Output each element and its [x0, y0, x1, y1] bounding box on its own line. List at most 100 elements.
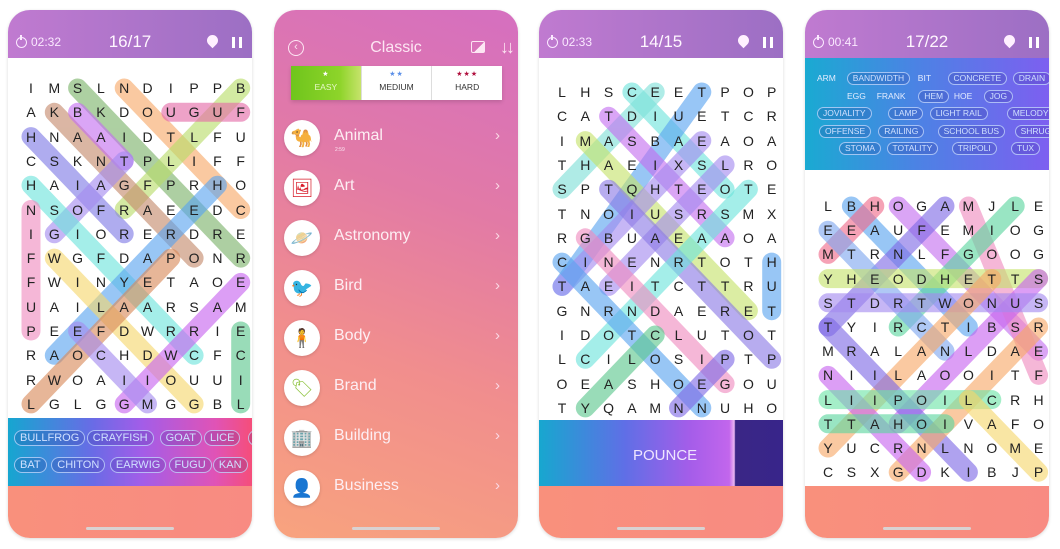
- grid-letter[interactable]: A: [714, 133, 736, 149]
- grid-letter[interactable]: S: [621, 133, 643, 149]
- grid-letter[interactable]: F: [206, 153, 228, 169]
- grid-letter[interactable]: E: [137, 274, 159, 290]
- grid-letter[interactable]: C: [551, 254, 573, 270]
- grid-letter[interactable]: I: [621, 278, 643, 294]
- grid-letter[interactable]: I: [551, 133, 573, 149]
- category-item-bird[interactable]: 🐦 Bird ›: [284, 268, 508, 308]
- grid-letter[interactable]: T: [817, 319, 839, 335]
- grid-letter[interactable]: G: [113, 396, 135, 412]
- grid-letter[interactable]: A: [911, 367, 933, 383]
- grid-letter[interactable]: K: [67, 153, 89, 169]
- grid-letter[interactable]: U: [887, 222, 909, 238]
- grid-letter[interactable]: I: [160, 80, 182, 96]
- grid-letter[interactable]: S: [598, 84, 620, 100]
- letter-grid[interactable]: LHSCEETPOPCATDIUETCRIMASBAEAOATHAEIXSLRO…: [539, 58, 783, 420]
- grid-letter[interactable]: I: [137, 372, 159, 388]
- grid-letter[interactable]: F: [911, 222, 933, 238]
- grid-letter[interactable]: A: [67, 129, 89, 145]
- grid-letter[interactable]: E: [1028, 440, 1049, 456]
- grid-letter[interactable]: A: [574, 108, 596, 124]
- grid-letter[interactable]: B: [67, 104, 89, 120]
- grid-letter[interactable]: L: [1004, 198, 1026, 214]
- grid-letter[interactable]: N: [981, 295, 1003, 311]
- grid-letter[interactable]: F: [1028, 367, 1049, 383]
- difficulty-easy[interactable]: ★ EASY: [291, 66, 362, 100]
- grid-letter[interactable]: S: [183, 299, 205, 315]
- grid-letter[interactable]: E: [737, 303, 759, 319]
- grid-letter[interactable]: N: [206, 250, 228, 266]
- grid-letter[interactable]: U: [206, 104, 228, 120]
- grid-letter[interactable]: A: [864, 343, 886, 359]
- grid-letter[interactable]: I: [934, 392, 956, 408]
- grid-letter[interactable]: R: [183, 323, 205, 339]
- grid-letter[interactable]: R: [668, 254, 690, 270]
- grid-letter[interactable]: U: [230, 129, 252, 145]
- grid-letter[interactable]: F: [230, 104, 252, 120]
- grid-letter[interactable]: W: [43, 274, 65, 290]
- grid-letter[interactable]: G: [887, 464, 909, 480]
- grid-letter[interactable]: T: [714, 278, 736, 294]
- grid-letter[interactable]: L: [817, 198, 839, 214]
- grid-letter[interactable]: M: [817, 246, 839, 262]
- grid-letter[interactable]: R: [887, 319, 909, 335]
- grid-letter[interactable]: D: [621, 108, 643, 124]
- grid-letter[interactable]: R: [598, 303, 620, 319]
- grid-letter[interactable]: H: [761, 254, 783, 270]
- grid-letter[interactable]: H: [20, 177, 42, 193]
- grid-letter[interactable]: A: [691, 230, 713, 246]
- grid-letter[interactable]: M: [817, 343, 839, 359]
- grid-letter[interactable]: N: [911, 440, 933, 456]
- grid-letter[interactable]: E: [230, 226, 252, 242]
- grid-letter[interactable]: I: [644, 108, 666, 124]
- grid-letter[interactable]: R: [230, 250, 252, 266]
- grid-letter[interactable]: D: [137, 347, 159, 363]
- grid-letter[interactable]: S: [668, 351, 690, 367]
- grid-letter[interactable]: M: [644, 400, 666, 416]
- grid-letter[interactable]: S: [43, 153, 65, 169]
- grid-letter[interactable]: W: [137, 323, 159, 339]
- grid-letter[interactable]: T: [737, 351, 759, 367]
- grid-letter[interactable]: I: [957, 319, 979, 335]
- grid-letter[interactable]: E: [840, 222, 862, 238]
- grid-letter[interactable]: I: [864, 392, 886, 408]
- grid-letter[interactable]: Y: [817, 440, 839, 456]
- category-item-art[interactable]: 🖼 Art ›: [284, 168, 508, 208]
- grid-letter[interactable]: H: [1028, 392, 1049, 408]
- grid-letter[interactable]: C: [864, 440, 886, 456]
- grid-letter[interactable]: H: [644, 376, 666, 392]
- grid-letter[interactable]: A: [864, 222, 886, 238]
- grid-letter[interactable]: E: [598, 278, 620, 294]
- grid-letter[interactable]: P: [1028, 464, 1049, 480]
- grid-letter[interactable]: O: [1004, 246, 1026, 262]
- grid-letter[interactable]: B: [840, 198, 862, 214]
- grid-letter[interactable]: D: [137, 129, 159, 145]
- grid-letter[interactable]: L: [551, 351, 573, 367]
- grid-letter[interactable]: I: [864, 367, 886, 383]
- grid-letter[interactable]: G: [43, 226, 65, 242]
- grid-letter[interactable]: R: [20, 347, 42, 363]
- grid-letter[interactable]: I: [598, 351, 620, 367]
- grid-letter[interactable]: O: [714, 181, 736, 197]
- grid-letter[interactable]: T: [644, 278, 666, 294]
- grid-letter[interactable]: Y: [113, 274, 135, 290]
- grid-letter[interactable]: D: [137, 80, 159, 96]
- grid-letter[interactable]: I: [840, 392, 862, 408]
- grid-letter[interactable]: F: [20, 250, 42, 266]
- grid-letter[interactable]: F: [90, 250, 112, 266]
- grid-letter[interactable]: I: [67, 226, 89, 242]
- grid-letter[interactable]: E: [691, 108, 713, 124]
- grid-letter[interactable]: L: [90, 299, 112, 315]
- grid-letter[interactable]: U: [183, 372, 205, 388]
- grid-letter[interactable]: S: [1028, 271, 1049, 287]
- grid-letter[interactable]: U: [206, 372, 228, 388]
- grid-letter[interactable]: B: [981, 319, 1003, 335]
- grid-letter[interactable]: M: [43, 80, 65, 96]
- grid-letter[interactable]: B: [230, 80, 252, 96]
- grid-letter[interactable]: T: [668, 181, 690, 197]
- grid-letter[interactable]: E: [137, 226, 159, 242]
- grid-letter[interactable]: N: [817, 367, 839, 383]
- grid-letter[interactable]: N: [574, 206, 596, 222]
- grid-letter[interactable]: D: [911, 271, 933, 287]
- grid-letter[interactable]: E: [621, 254, 643, 270]
- grid-letter[interactable]: O: [598, 327, 620, 343]
